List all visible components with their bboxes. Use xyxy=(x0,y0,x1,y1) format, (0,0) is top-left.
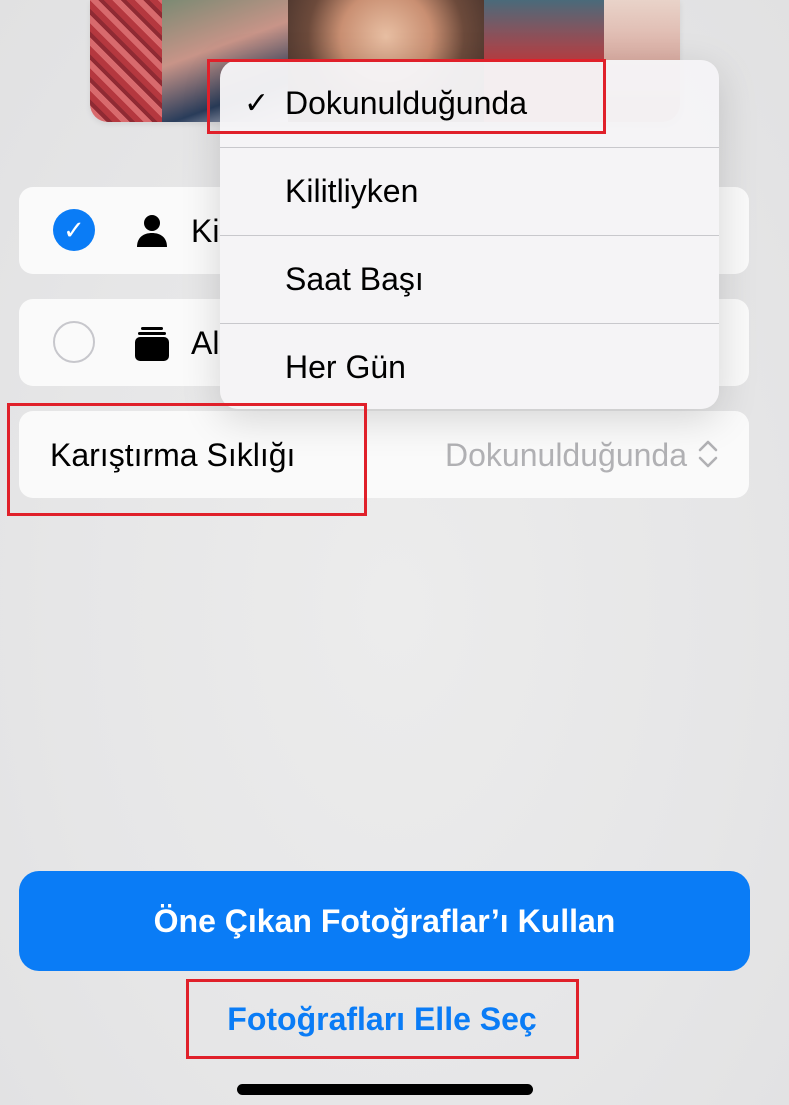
use-featured-photos-button[interactable]: Öne Çıkan Fotoğraflar’ı Kullan xyxy=(19,871,750,971)
menu-item-on-tap[interactable]: ✓ Dokunulduğunda xyxy=(220,60,719,147)
menu-item-on-lock[interactable]: Kilitliyken xyxy=(220,148,719,235)
shuffle-frequency-row[interactable]: Karıştırma Sıklığı Dokunulduğunda xyxy=(19,411,749,498)
shuffle-frequency-value[interactable]: Dokunulduğunda xyxy=(445,437,687,473)
menu-item-label: Dokunulduğunda xyxy=(285,85,527,121)
menu-item-label: Kilitliyken xyxy=(285,173,419,209)
chevron-up-down-icon xyxy=(698,440,718,468)
empty-circle-icon[interactable] xyxy=(53,321,95,363)
home-indicator xyxy=(237,1084,533,1095)
album-stack-icon xyxy=(135,327,169,361)
shuffle-frequency-label: Karıştırma Sıklığı xyxy=(50,437,296,473)
option-label: Ki xyxy=(191,213,220,249)
select-photos-manually-button[interactable]: Fotoğrafları Elle Seç xyxy=(186,979,578,1059)
checkmark-circle-icon[interactable]: ✓ xyxy=(53,209,95,251)
menu-item-label: Saat Başı xyxy=(285,261,424,297)
shuffle-frequency-menu: ✓ Dokunulduğunda Kilitliyken Saat Başı H… xyxy=(220,60,719,409)
menu-item-daily[interactable]: Her Gün xyxy=(220,324,719,409)
menu-item-hourly[interactable]: Saat Başı xyxy=(220,236,719,323)
photo-thumbnail xyxy=(90,0,162,122)
person-icon xyxy=(137,215,167,247)
menu-item-label: Her Gün xyxy=(285,349,406,385)
option-label: Al xyxy=(191,325,220,361)
checkmark-icon: ✓ xyxy=(244,87,270,120)
